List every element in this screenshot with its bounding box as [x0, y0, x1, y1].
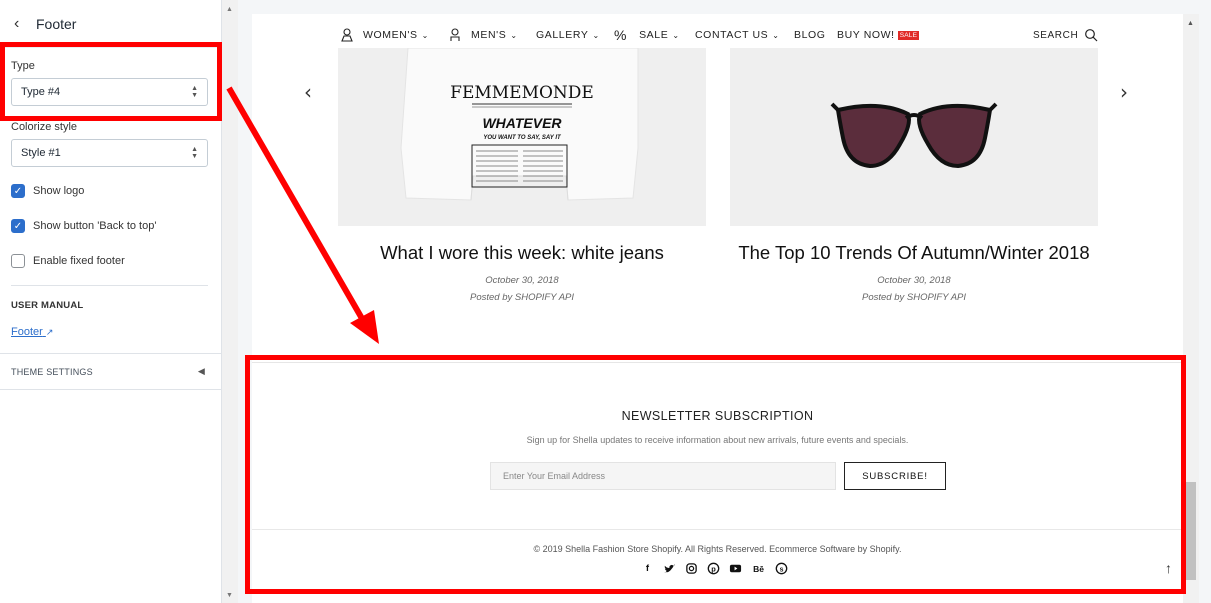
nav-label: SALE: [639, 29, 669, 41]
show-logo-checkbox[interactable]: ✓ Show logo: [11, 184, 84, 198]
nav-contact[interactable]: CONTACT US ⌄: [695, 29, 780, 41]
colorize-select-value: Style #1: [21, 147, 61, 159]
external-link-icon: ↗: [45, 327, 54, 337]
woman-icon: [341, 28, 353, 42]
scroll-up-icon[interactable]: ▲: [1187, 20, 1194, 27]
nav-label: WOMEN'S: [363, 29, 418, 41]
select-arrows-icon: ▲ ▼: [191, 146, 198, 160]
show-back-to-top-checkbox[interactable]: ✓ Show button 'Back to top': [11, 219, 156, 233]
nav-label: GALLERY: [536, 29, 589, 41]
nav-label: BUY NOW!: [837, 29, 895, 41]
sunglasses-illustration: [830, 102, 998, 169]
checkmark-icon[interactable]: ✓: [11, 219, 25, 233]
shirt-headline: WHATEVER: [482, 115, 562, 131]
post-title[interactable]: The Top 10 Trends Of Autumn/Winter 2018: [730, 242, 1098, 264]
sidebar-scrollbar[interactable]: ▲ ▼: [222, 0, 238, 603]
nav-label: MEN'S: [471, 29, 507, 41]
checkmark-icon[interactable]: ✓: [11, 184, 25, 198]
chevron-down-icon: ⌄: [421, 30, 429, 40]
checkbox-empty[interactable]: [11, 254, 25, 268]
chevron-left-icon[interactable]: ‹: [14, 15, 34, 33]
post-title[interactable]: What I wore this week: white jeans: [338, 242, 706, 264]
checkbox-label: Show button 'Back to top': [33, 220, 157, 232]
annotation-box-type: [0, 42, 222, 121]
annotation-box-footer: [245, 355, 1186, 594]
post-author: Posted by SHOPIFY API: [469, 292, 575, 303]
tshirt-illustration: FEMMEMONDE WHATEVER YOU WANT TO SAY, SAY…: [400, 48, 639, 201]
link-text: Footer: [11, 326, 43, 338]
theme-settings-toggle[interactable]: THEME SETTINGS ◀: [0, 353, 221, 390]
scroll-down-icon[interactable]: ▼: [226, 592, 233, 599]
man-icon: [450, 28, 460, 41]
chevron-down-icon: ⌄: [592, 30, 600, 40]
nav-label: BLOG: [794, 29, 826, 41]
nav-search[interactable]: SEARCH: [1033, 28, 1098, 42]
search-icon: [1085, 29, 1098, 42]
user-manual-heading: USER MANUAL: [11, 300, 84, 311]
nav-sale[interactable]: % SALE ⌄: [614, 27, 680, 43]
checkbox-label: Show logo: [33, 185, 85, 197]
scroll-up-icon[interactable]: ▲: [226, 6, 233, 13]
percent-icon: %: [614, 27, 628, 43]
nav-label: CONTACT US: [695, 29, 769, 41]
checkbox-label: Enable fixed footer: [33, 255, 125, 267]
nav-gallery[interactable]: GALLERY ⌄: [536, 29, 600, 41]
caret-left-icon: ◀: [197, 366, 205, 376]
colorize-label: Colorize style: [11, 121, 78, 133]
nav-womens[interactable]: WOMEN'S ⌄: [340, 28, 429, 42]
search-label: SEARCH: [1033, 29, 1079, 41]
nav-buy-now[interactable]: BUY NOW! SALE: [837, 29, 920, 41]
shirt-brand: FEMMEMONDE: [450, 83, 594, 103]
theme-settings-label: THEME SETTINGS: [11, 366, 93, 377]
post-date: October 30, 2018: [877, 275, 951, 286]
sale-badge: SALE: [897, 30, 920, 40]
colorize-select[interactable]: Style #1 ▲ ▼: [11, 139, 208, 167]
divider: [11, 285, 208, 286]
chevron-down-icon: ⌄: [772, 30, 780, 40]
post-image-tshirt[interactable]: FEMMEMONDE WHATEVER YOU WANT TO SAY, SAY…: [338, 48, 706, 226]
post-date: October 30, 2018: [485, 275, 559, 286]
sidebar-header: ‹ Footer: [0, 0, 221, 48]
carousel-prev-icon[interactable]: ‹: [304, 80, 312, 104]
chevron-down-icon: ⌄: [672, 30, 680, 40]
enable-fixed-footer-checkbox[interactable]: Enable fixed footer: [11, 254, 125, 268]
sidebar-title: Footer: [36, 15, 77, 32]
post-image-sunglasses[interactable]: [730, 48, 1098, 226]
theme-editor: ‹ Footer Type Type #4 ▲ ▼ Colorize style …: [0, 0, 1211, 603]
chevron-down-icon: ⌄: [510, 30, 518, 40]
footer-manual-link[interactable]: Footer ↗: [11, 326, 53, 338]
carousel-next-icon[interactable]: ›: [1120, 80, 1128, 104]
nav-blog[interactable]: BLOG: [794, 29, 826, 41]
shirt-tagline: YOU WANT TO SAY, SAY IT: [483, 135, 562, 141]
main-navigation: WOMEN'S ⌄ MEN'S ⌄ GALLERY ⌄ % SALE ⌄ CONTACT…: [252, 24, 1183, 46]
scrollbar-thumb[interactable]: [1186, 482, 1196, 580]
nav-mens[interactable]: MEN'S ⌄: [448, 28, 518, 42]
post-author: Posted by SHOPIFY API: [861, 292, 967, 303]
